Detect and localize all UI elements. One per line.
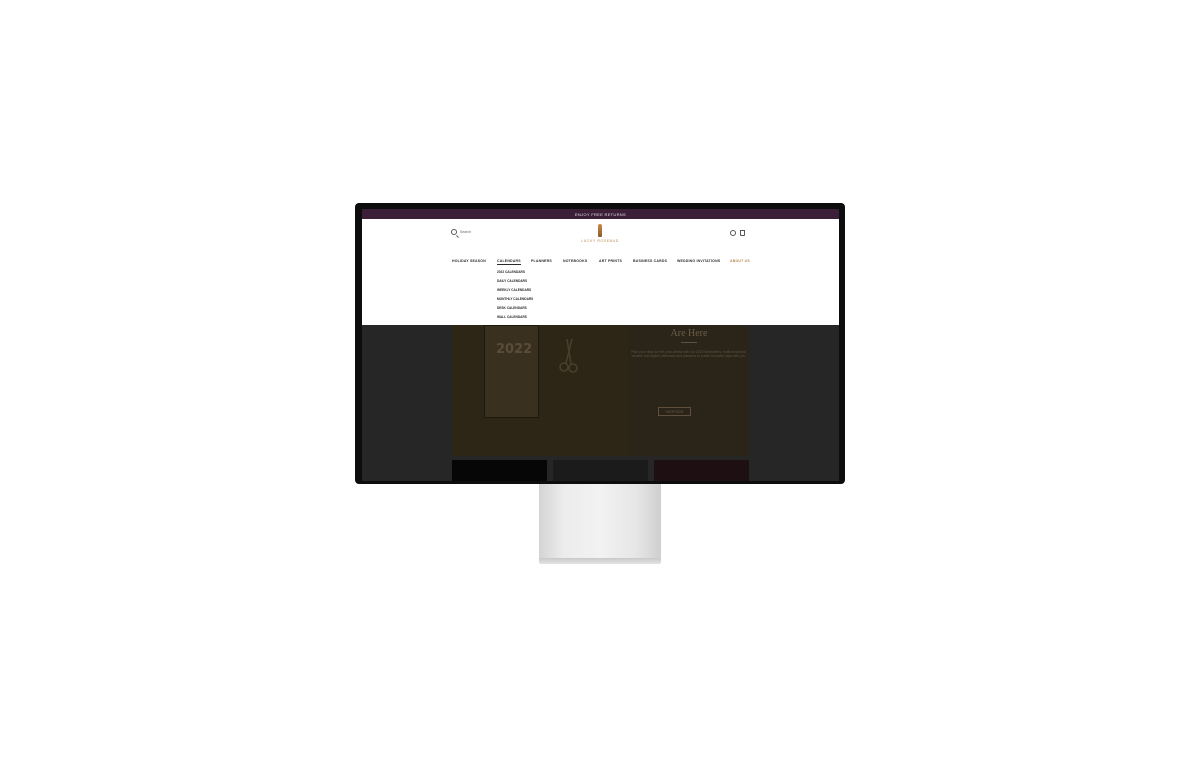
hero-divider — [681, 342, 697, 343]
nav-item-business-cards[interactable]: Business Cards — [633, 259, 667, 263]
nav-item-art-prints[interactable]: Art Prints — [599, 259, 622, 263]
monitor-stand-base — [539, 558, 661, 564]
dropdown-item[interactable]: Daily Calendars — [497, 279, 533, 283]
hero-year: 2022 — [496, 342, 533, 357]
logo-text: Lucky Rosebud — [581, 239, 619, 243]
scissors-icon — [559, 338, 578, 373]
nav-item-calendars[interactable]: Calendars — [497, 259, 521, 265]
nav-item-planners[interactable]: Planners — [531, 259, 552, 263]
hero-image: 2022 — [452, 325, 629, 456]
hero-title: Are Here — [670, 328, 708, 339]
product-tiles — [452, 460, 749, 481]
shop-now-button[interactable]: Shop now — [658, 407, 691, 416]
monitor-frame: Enjoy free returns Search Lucky Rosebud … — [355, 203, 845, 484]
announcement-text: Enjoy free returns — [575, 211, 626, 217]
announcement-bar: Enjoy free returns — [362, 209, 839, 219]
hero-banner: 2022 Are Here Plan your days for the yea… — [452, 325, 749, 456]
nav-item-wedding-invitations[interactable]: Wedding Invitations — [677, 259, 720, 263]
product-tile[interactable] — [654, 460, 749, 481]
calendars-dropdown: 2022 Calendars Daily Calendars Weekly Ca… — [497, 270, 533, 319]
monitor-stand — [539, 484, 661, 560]
product-tile[interactable] — [553, 460, 648, 481]
search-icon — [451, 229, 457, 235]
dropdown-item[interactable]: Desk Calendars — [497, 306, 533, 310]
dropdown-item[interactable]: 2022 Calendars — [497, 270, 533, 274]
header-actions — [730, 230, 745, 236]
search-label: Search — [460, 230, 472, 234]
site-logo[interactable]: Lucky Rosebud — [581, 224, 619, 246]
nav-item-about-us[interactable]: About Us — [730, 259, 750, 263]
logo-icon — [598, 224, 602, 237]
screen: Enjoy free returns Search Lucky Rosebud … — [362, 209, 839, 481]
product-tile[interactable] — [452, 460, 547, 481]
dropdown-item[interactable]: Weekly Calendars — [497, 288, 533, 292]
account-icon[interactable] — [730, 230, 736, 236]
dropdown-item[interactable]: Monthly Calendars — [497, 297, 533, 301]
dropdown-item[interactable]: Wall Calendars — [497, 315, 533, 319]
hero-body: Plan your days for the year ahead with o… — [631, 350, 747, 359]
calendar-frame — [484, 325, 539, 418]
nav-item-holiday-season[interactable]: Holiday Season — [452, 259, 486, 263]
hero-text-panel: Are Here Plan your days for the year ahe… — [629, 325, 749, 456]
nav-item-notebooks[interactable]: Notebooks — [563, 259, 587, 263]
cart-icon[interactable] — [740, 230, 745, 236]
search-button[interactable]: Search — [451, 229, 471, 235]
site-header: Search Lucky Rosebud Holiday Season Cale… — [362, 219, 839, 325]
